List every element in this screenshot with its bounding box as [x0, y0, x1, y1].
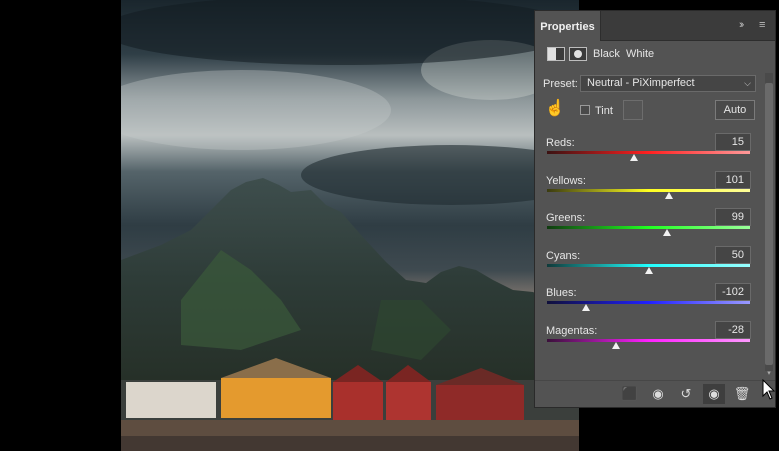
preset-value: Neutral - PiXimperfect	[587, 77, 695, 89]
slider-track[interactable]	[547, 151, 750, 154]
slider-label: Greens:	[546, 212, 586, 224]
bottom-toolbar: ⬛ ◉ ↺ ◉ 🗑	[535, 380, 775, 407]
slider-label: Blues:	[546, 287, 577, 299]
reset-icon[interactable]: ↺	[675, 384, 697, 404]
slider-thumb[interactable]	[644, 266, 653, 274]
slider-label: Reds:	[546, 137, 575, 149]
slider-label: Yellows:	[546, 174, 586, 187]
slider-label: Cyans:	[546, 249, 581, 262]
slider-greens: Greens: 99	[535, 208, 765, 248]
black-white-adjustment-icon[interactable]	[547, 47, 565, 61]
slider-thumb[interactable]	[630, 154, 639, 161]
slider-thumb[interactable]	[581, 304, 590, 311]
collapse-panel-icon[interactable]: ››	[739, 19, 745, 31]
slider-track[interactable]	[547, 301, 750, 304]
targeted-adjustment-hand-icon[interactable]: ☝	[545, 99, 565, 119]
trash-icon[interactable]: 🗑	[731, 384, 753, 404]
slider-thumb[interactable]	[664, 191, 673, 199]
slider-track[interactable]	[547, 188, 750, 192]
clip-to-layer-icon[interactable]: ⬛	[619, 384, 641, 404]
landscape-image	[121, 0, 579, 451]
slider-thumb[interactable]	[662, 229, 671, 236]
preset-dropdown[interactable]: Neutral - PiXimperfect ⌵	[580, 75, 756, 92]
slider-value-field[interactable]: 101	[715, 170, 751, 189]
slider-label: Magentas:	[546, 324, 598, 337]
chevron-down-icon: ⌵	[744, 78, 751, 88]
slider-blues: Blues: -102	[535, 283, 765, 323]
panel-menu-icon[interactable]: ≡	[759, 19, 765, 31]
tint-color-swatch[interactable]	[623, 100, 643, 120]
slider-reds: Reds: 15	[535, 133, 765, 173]
scroll-down-icon[interactable]: ▾	[765, 369, 773, 377]
properties-panel: Properties ›› ≡ Black White Preset: Neut…	[534, 10, 776, 408]
tint-label: Tint	[595, 105, 613, 117]
slider-value-field[interactable]: 50	[715, 245, 751, 264]
slider-value-field[interactable]: -102	[715, 283, 751, 301]
slider-track[interactable]	[547, 338, 750, 342]
slider-yellows: Yellows: 101	[535, 170, 765, 211]
layer-mask-icon[interactable]	[569, 47, 587, 61]
auto-button[interactable]: Auto	[715, 100, 755, 120]
slider-magentas: Magentas: -28	[535, 320, 765, 361]
tab-properties[interactable]: Properties	[535, 11, 601, 41]
mouse-cursor-icon	[762, 379, 776, 400]
tint-checkbox[interactable]	[580, 105, 590, 115]
slider-cyans: Cyans: 50	[535, 245, 765, 286]
scrollbar-thumb[interactable]	[765, 83, 773, 365]
canvas-photo	[121, 0, 579, 451]
slider-value-field[interactable]: -28	[715, 320, 751, 339]
preset-label: Preset:	[543, 78, 578, 90]
slider-thumb[interactable]	[612, 341, 621, 349]
visibility-icon[interactable]: ◉	[703, 384, 725, 404]
slider-value-field[interactable]: 99	[715, 208, 751, 226]
slider-value-field[interactable]: 15	[715, 133, 751, 151]
view-previous-state-icon[interactable]: ◉	[647, 384, 669, 404]
slider-track[interactable]	[547, 226, 750, 229]
adjustment-title: Black White	[593, 48, 655, 60]
panel-tabbar: Properties ›› ≡	[535, 11, 775, 41]
